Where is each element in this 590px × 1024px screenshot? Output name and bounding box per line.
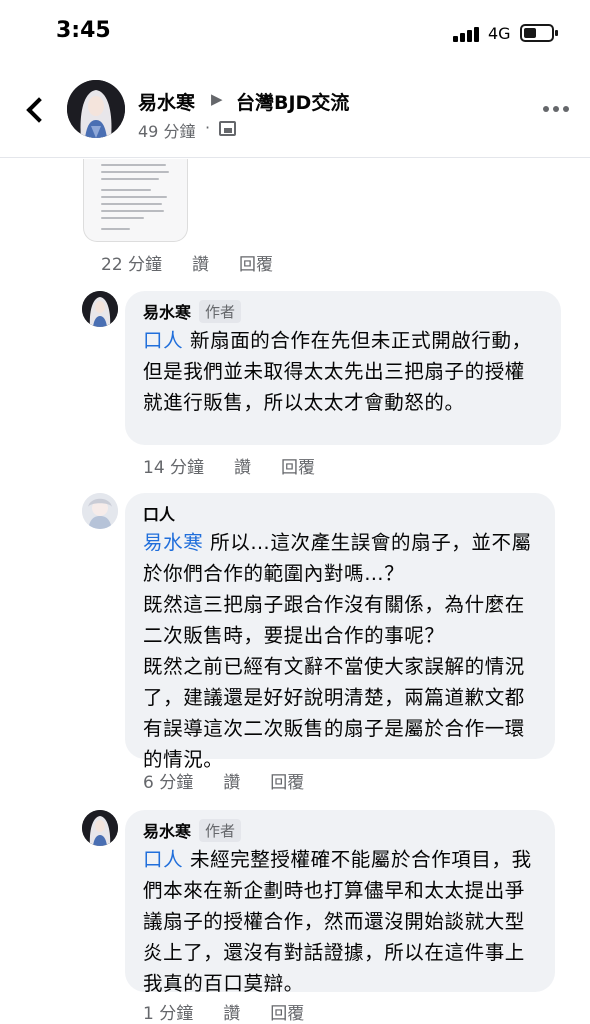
comment-actions: 1 分鐘 讚 回覆 (143, 999, 334, 1024)
comment-author[interactable]: 易水寒 (143, 303, 191, 322)
comment-actions: 22 分鐘 讚 回覆 (101, 250, 303, 275)
post-header: 易水寒 ▶ 台灣BJD交流 49 分鐘 · (0, 66, 590, 158)
comment-time: 1 分鐘 (143, 1004, 194, 1024)
comment-bubble[interactable]: 易水寒 作者 口人 未經完整授權確不能屬於合作項目，我們本來在新企劃時也打算儘早和… (125, 810, 555, 995)
reply-button[interactable]: 回覆 (270, 1004, 304, 1024)
commenter-avatar[interactable] (82, 493, 118, 529)
reply-button[interactable]: 回覆 (270, 773, 304, 793)
commenter-avatar[interactable] (82, 291, 118, 327)
comment-image-preview[interactable] (83, 159, 188, 242)
status-time: 3:45 (56, 18, 111, 43)
comment-actions: 14 分鐘 讚 回覆 (143, 453, 345, 478)
author-badge: 作者 (199, 819, 242, 842)
comment-text: 易水寒 所以…這次產生誤會的扇子，並不屬於你們合作的範圍內對嗎…？ 既然這三把扇… (143, 531, 532, 771)
comment-bubble[interactable]: 易水寒 作者 口人 新扇面的合作在先但未正式開啟行動，但是我們並未取得太太先出三把… (125, 291, 561, 445)
post-author-name[interactable]: 易水寒 (138, 88, 195, 115)
mention-link[interactable]: 口人 (143, 329, 183, 352)
network-type: 4G (488, 24, 511, 43)
commenter-avatar[interactable] (82, 810, 118, 846)
mention-link[interactable]: 易水寒 (143, 531, 203, 554)
like-button[interactable]: 讚 (192, 255, 209, 275)
comment-time: 14 分鐘 (143, 458, 205, 478)
comment-text: 口人 新扇面的合作在先但未正式開啟行動，但是我們並未取得太太先出三把扇子的授權就… (143, 329, 532, 414)
signal-icon (453, 26, 479, 42)
meta-separator: · (205, 118, 211, 137)
comment-author[interactable]: 易水寒 (143, 822, 191, 841)
like-button[interactable]: 讚 (234, 458, 251, 478)
back-chevron-icon[interactable] (20, 90, 50, 130)
photo-icon (219, 121, 236, 136)
comment-text: 口人 未經完整授權確不能屬於合作項目，我們本來在新企劃時也打算儘早和太太提出爭議… (143, 848, 532, 995)
status-bar: 3:45 4G (0, 0, 590, 66)
post-time: 49 分鐘 (138, 122, 196, 141)
group-name[interactable]: 台灣BJD交流 (236, 88, 349, 115)
comment-actions: 6 分鐘 讚 回覆 (143, 768, 334, 793)
comment-time: 22 分鐘 (101, 255, 163, 275)
like-button[interactable]: 讚 (223, 773, 240, 793)
triangle-right-icon: ▶ (211, 90, 223, 108)
reply-button[interactable]: 回覆 (281, 458, 315, 478)
comment-bubble[interactable]: 口人 易水寒 所以…這次產生誤會的扇子，並不屬於你們合作的範圍內對嗎…？ 既然這… (125, 493, 555, 771)
comment-author[interactable]: 口人 (143, 505, 175, 524)
author-badge: 作者 (199, 300, 242, 323)
author-avatar[interactable] (67, 80, 125, 138)
mention-link[interactable]: 口人 (143, 848, 183, 871)
like-button[interactable]: 讚 (223, 1004, 240, 1024)
comment-time: 6 分鐘 (143, 773, 194, 793)
reply-button[interactable]: 回覆 (239, 255, 273, 275)
battery-icon (520, 24, 558, 42)
more-options-icon[interactable] (541, 104, 571, 114)
